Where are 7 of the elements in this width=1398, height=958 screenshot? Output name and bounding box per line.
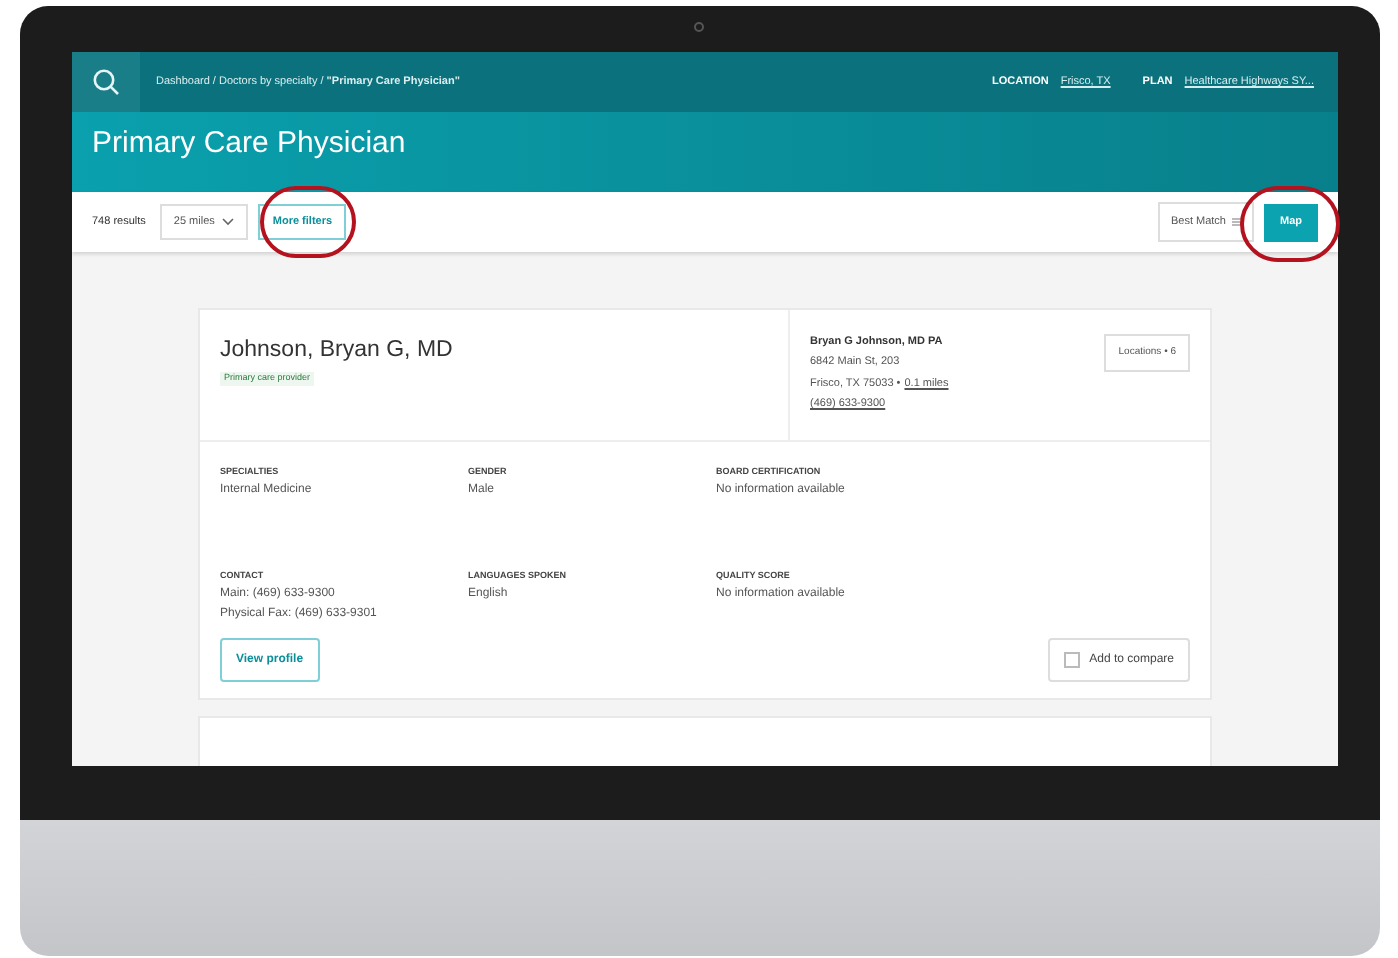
- provider-name[interactable]: Johnson, Bryan G, MD: [220, 334, 453, 369]
- page-title: Primary Care Physician: [92, 124, 406, 164]
- chevron-down-icon: [222, 218, 235, 226]
- search-icon: [92, 68, 120, 96]
- list-icon: [1232, 218, 1242, 226]
- search-button[interactable]: [72, 52, 140, 112]
- checkbox[interactable]: [1063, 652, 1080, 668]
